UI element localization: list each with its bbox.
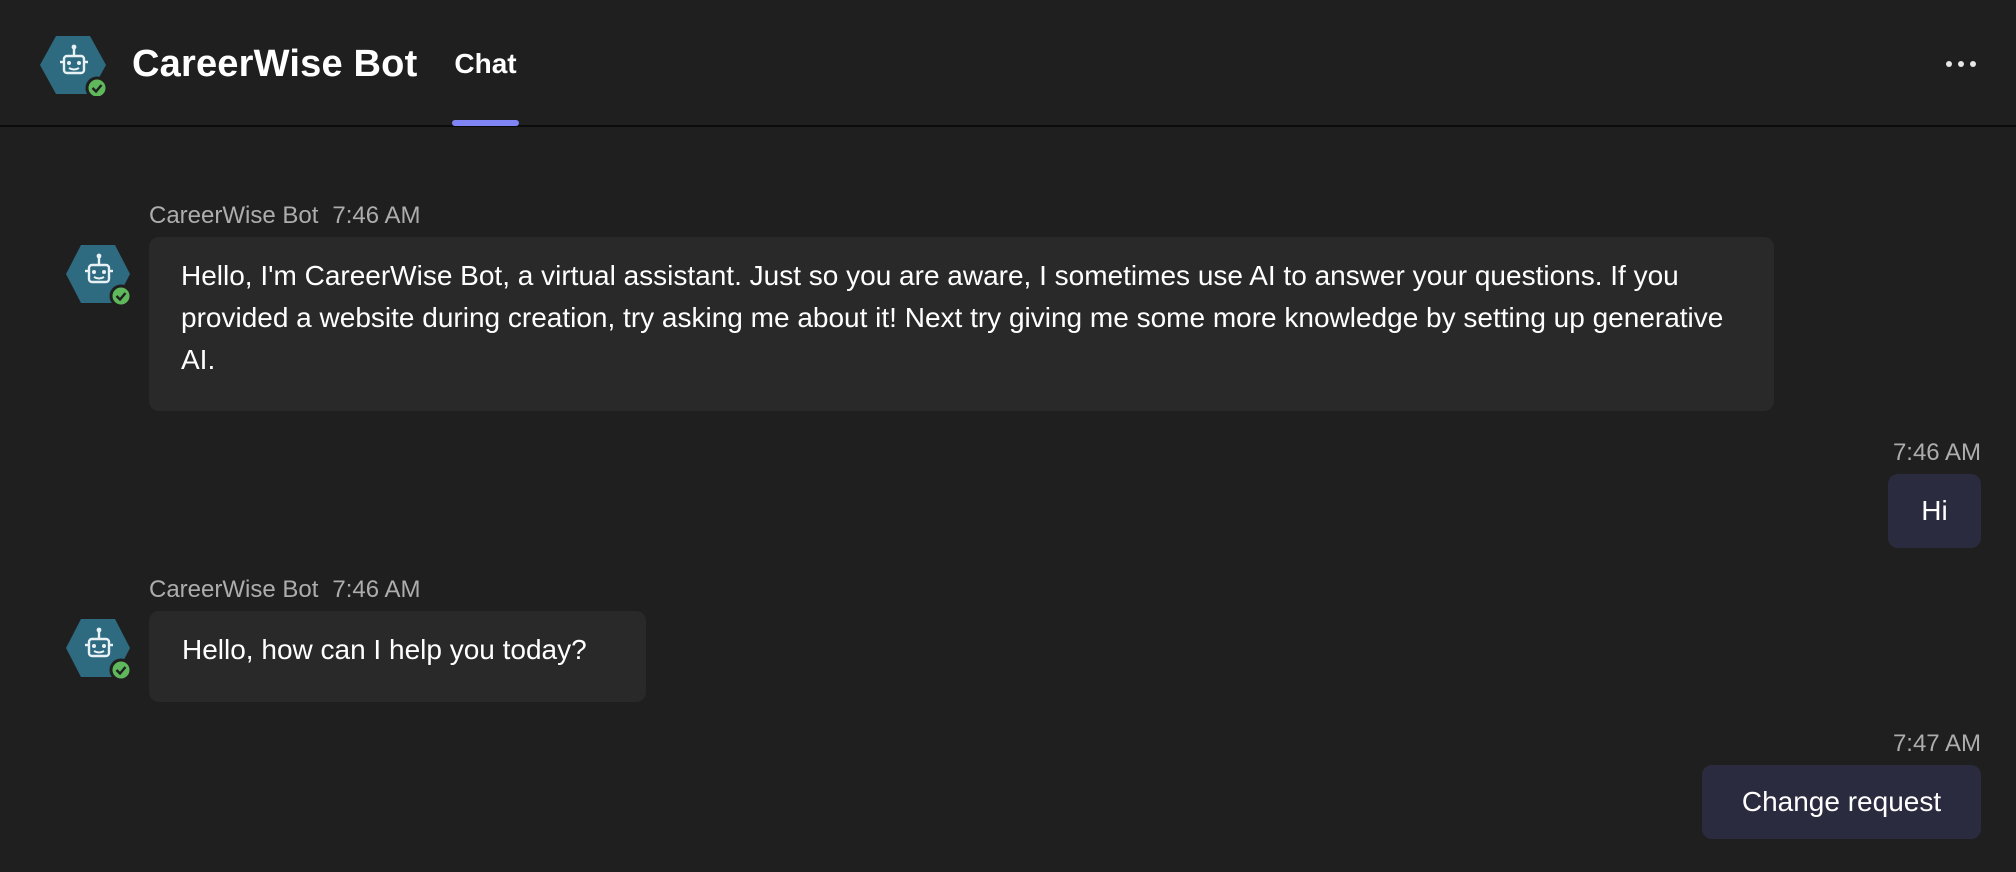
- user-message-bubble[interactable]: Hi: [1888, 474, 1981, 548]
- message-meta: CareerWise Bot 7:46 AM: [149, 200, 420, 232]
- bot-message-bubble[interactable]: Hello, how can I help you today?: [149, 611, 646, 702]
- bot-message-bubble[interactable]: Hello, I'm CareerWise Bot, a virtual ass…: [149, 237, 1774, 411]
- message-meta: CareerWise Bot 7:46 AM: [149, 574, 420, 606]
- message-time: 7:46 AM: [332, 576, 421, 603]
- message-sender: CareerWise Bot: [149, 576, 319, 603]
- bot-icon: [66, 619, 133, 682]
- message-time: 7:47 AM: [1892, 730, 1981, 757]
- message-time: 7:46 AM: [332, 202, 421, 229]
- bot-icon: [66, 245, 133, 308]
- more-options-button[interactable]: [1944, 46, 1988, 82]
- message-text: Hi: [1921, 495, 1948, 526]
- message-sender: CareerWise Bot: [149, 202, 319, 229]
- tab-chat-label: Chat: [454, 48, 517, 79]
- bot-icon: [40, 36, 109, 100]
- bot-avatar[interactable]: [66, 617, 133, 682]
- message-text: Hello, how can I help you today?: [182, 634, 587, 665]
- message-text: Change request: [1741, 786, 1942, 817]
- message-text: Hello, I'm CareerWise Bot, a virtual ass…: [181, 260, 1724, 375]
- bot-avatar[interactable]: [40, 34, 109, 100]
- tab-active-indicator: [452, 120, 519, 126]
- message-meta: 7:47 AM: [1893, 728, 1981, 760]
- user-message-bubble[interactable]: Change request: [1702, 765, 1981, 839]
- more-horizontal-icon: [1946, 61, 1952, 67]
- message-meta: 7:46 AM: [1893, 437, 1981, 469]
- bot-avatar[interactable]: [66, 243, 133, 308]
- tab-chat[interactable]: Chat: [452, 44, 519, 127]
- app-header: CareerWise Bot Chat: [0, 0, 2016, 127]
- app-title: CareerWise Bot: [132, 43, 418, 85]
- message-time: 7:46 AM: [1892, 439, 1981, 466]
